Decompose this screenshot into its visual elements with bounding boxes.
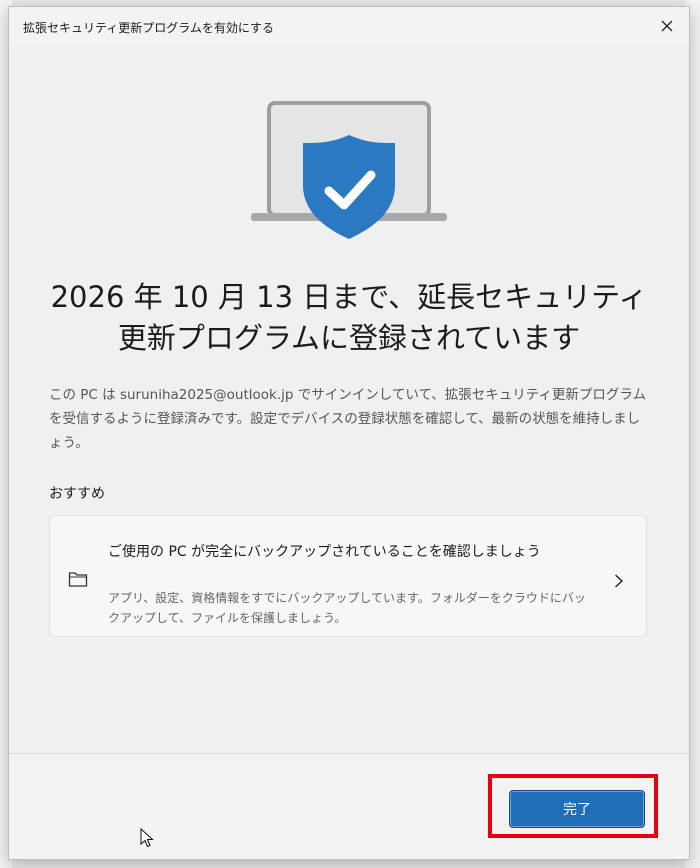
recommended-label: おすすめ bbox=[49, 486, 105, 502]
dialog-footer: 完了 bbox=[9, 753, 689, 859]
dialog-titlebar: 拡張セキュリティ更新プログラムを有効にする bbox=[9, 7, 689, 45]
chevron-right-icon bbox=[615, 574, 623, 588]
laptop-shield-illustration bbox=[251, 101, 447, 239]
dialog-title: 拡張セキュリティ更新プログラムを有効にする bbox=[23, 21, 275, 35]
done-button[interactable]: 完了 bbox=[509, 790, 645, 828]
folder-icon bbox=[68, 572, 88, 587]
close-icon bbox=[661, 20, 673, 32]
enrollment-description: この PC は suruniha2025@outlook.jp でサインインして… bbox=[49, 387, 647, 451]
mouse-cursor-icon bbox=[140, 828, 154, 848]
close-button[interactable] bbox=[655, 15, 679, 37]
ext-security-dialog: 拡張セキュリティ更新プログラムを有効にする 2026 年 10 月 13 日まで… bbox=[8, 6, 690, 860]
recommendation-description: アプリ、設定、資格情報をすでにバックアップしています。フォルダーをクラウドにバッ… bbox=[108, 591, 586, 625]
backup-recommendation-card[interactable]: ご使用の PC が完全にバックアップされていることを確認しましょう アプリ、設定… bbox=[49, 515, 647, 637]
screen: 拡張セキュリティ更新プログラムを有効にする 2026 年 10 月 13 日まで… bbox=[0, 0, 700, 868]
recommendation-title: ご使用の PC が完全にバックアップされていることを確認しましょう bbox=[108, 544, 541, 560]
shield-icon bbox=[303, 135, 395, 239]
headline: 2026 年 10 月 13 日まで、延長セキュリティ更新プログラムに登録されて… bbox=[50, 280, 648, 355]
